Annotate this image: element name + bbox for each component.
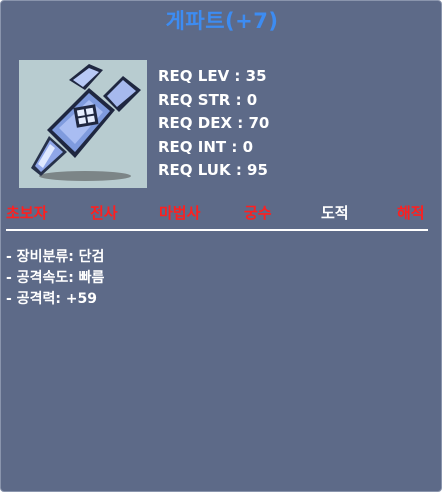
stat-attack-speed: - 공격속도: 빠름: [6, 270, 105, 286]
job-row: 초보자 전사 마법사 궁수 도적 해적: [1, 202, 442, 226]
job-thief: 도적: [321, 204, 349, 222]
req-level: REQ LEV : 35: [158, 67, 267, 85]
job-archer: 궁수: [244, 204, 272, 222]
job-warrior: 전사: [90, 204, 118, 222]
stat-category: - 장비분류: 단검: [6, 249, 105, 265]
req-dex: REQ DEX : 70: [158, 114, 270, 132]
job-beginner: 초보자: [6, 204, 48, 222]
divider: [6, 229, 428, 231]
item-name: 게파트(+7): [165, 9, 279, 33]
req-int: REQ INT : 0: [158, 137, 254, 156]
job-pirate: 해적: [397, 204, 425, 222]
dagger-icon: [31, 64, 141, 181]
stats-list: - 장비분류: 단검 - 공격속도: 빠름 - 공격력: +59: [6, 247, 104, 310]
requirements-list: REQ LEV : 35 REQ STR : 0 REQ DEX : 70 RE…: [158, 65, 269, 183]
item-tooltip: 게파트(+7) REQ LEV : 35 REQ STR: 0 REQ DEX…: [0, 0, 442, 492]
job-magician: 마법사: [159, 204, 201, 222]
req-luk: REQ LUK : 95: [158, 161, 268, 179]
req-str: REQ STR : 0: [158, 90, 258, 109]
stat-attack: - 공격력: +59: [6, 291, 98, 307]
item-icon-frame: [19, 60, 147, 188]
